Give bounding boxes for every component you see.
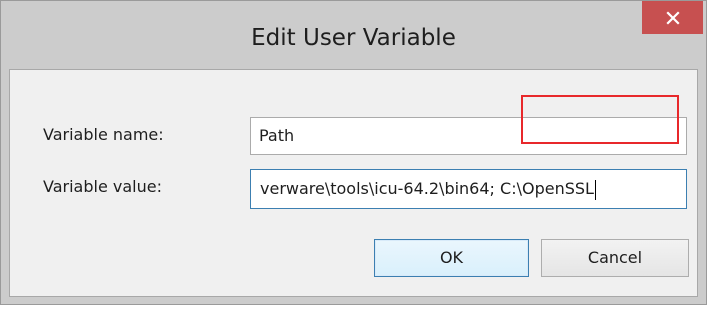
dialog-title: Edit User Variable bbox=[251, 25, 456, 51]
variable-name-text: Path bbox=[259, 126, 295, 145]
close-icon bbox=[665, 10, 680, 25]
variable-value-label: Variable value: bbox=[43, 177, 162, 196]
variable-value-text: verware\tools\icu-64.2\bin64; C:\OpenSSL bbox=[260, 179, 594, 198]
cancel-button[interactable]: Cancel bbox=[541, 239, 689, 277]
variable-name-label: Variable name: bbox=[43, 125, 164, 144]
variable-name-field[interactable]: Path bbox=[250, 117, 687, 155]
close-button[interactable] bbox=[642, 1, 703, 34]
ok-button[interactable]: OK bbox=[374, 239, 529, 277]
dialog-body: Variable name: Path Variable value: verw… bbox=[9, 69, 698, 297]
dialog-frame: Edit User Variable Variable name: Path V… bbox=[0, 0, 707, 305]
title-bar[interactable]: Edit User Variable bbox=[1, 1, 706, 69]
variable-value-field[interactable]: verware\tools\icu-64.2\bin64; C:\OpenSSL bbox=[250, 169, 687, 209]
text-caret bbox=[594, 179, 596, 200]
edit-user-variable-window: Edit User Variable Variable name: Path V… bbox=[0, 0, 711, 313]
